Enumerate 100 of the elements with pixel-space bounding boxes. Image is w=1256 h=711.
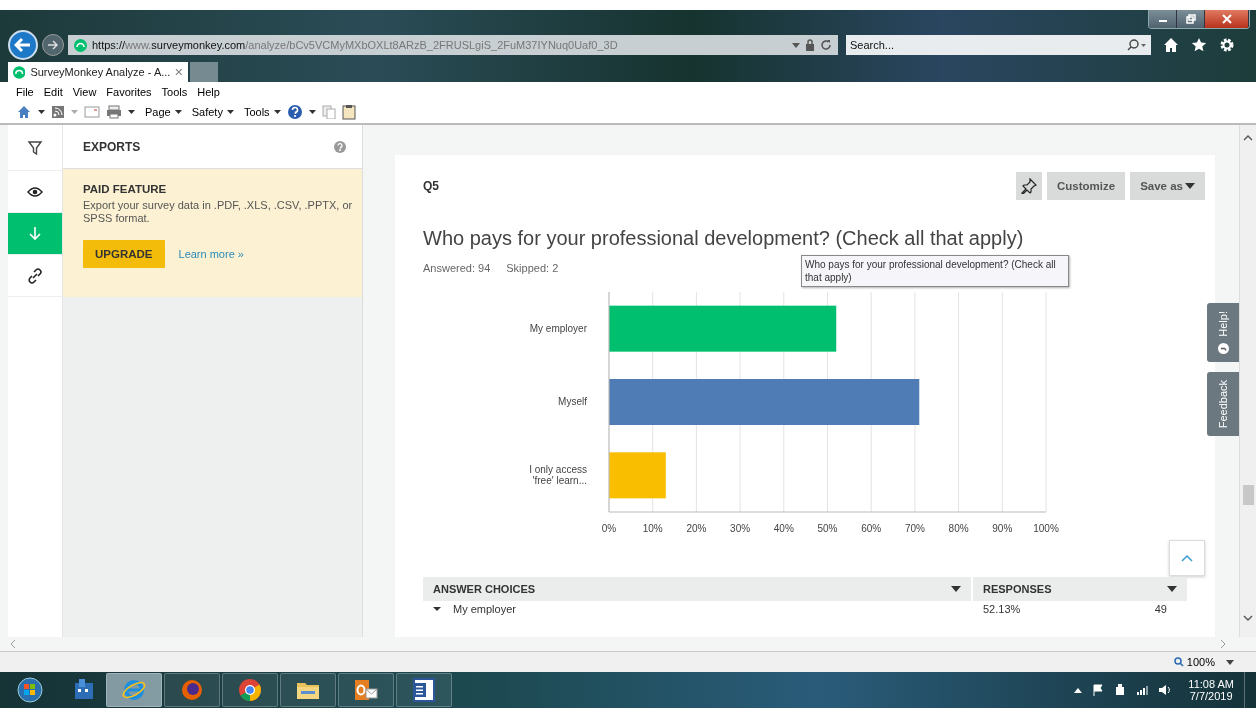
- help-tab[interactable]: Help!: [1207, 303, 1239, 362]
- clock-date[interactable]: 7/7/2019: [1189, 690, 1233, 702]
- pin-icon: [1021, 178, 1037, 194]
- menu-item[interactable]: File: [16, 85, 34, 98]
- close-icon[interactable]: [175, 68, 183, 76]
- sort-caret-icon[interactable]: [1167, 586, 1177, 592]
- signal-icon[interactable]: [1136, 685, 1149, 695]
- caret-icon[interactable]: [226, 109, 234, 114]
- close-icon: [1221, 14, 1232, 24]
- axis-tick-label: 0%: [601, 523, 617, 534]
- vertical-scrollbar[interactable]: [1239, 125, 1256, 637]
- settings-icon[interactable]: [1219, 37, 1235, 53]
- table-cell: 52.13%: [983, 603, 1021, 615]
- caret-icon[interactable]: [273, 109, 281, 114]
- menu-item[interactable]: View: [72, 85, 97, 98]
- restore-icon: [1185, 14, 1196, 24]
- skipped-count: Skipped: 2: [506, 262, 559, 274]
- volume-icon[interactable]: [1158, 684, 1173, 696]
- horizontal-scrollbar[interactable]: [0, 637, 1256, 652]
- browser-tab[interactable]: SurveyMonkey Analyze - A...: [8, 62, 188, 82]
- axis-tick-label: 70%: [904, 523, 925, 534]
- feed-icon[interactable]: [51, 104, 65, 119]
- taskbar-button[interactable]: [396, 673, 452, 707]
- chrome-icon: [237, 677, 263, 703]
- download-arrow-icon: [27, 225, 43, 242]
- customize-button[interactable]: Customize: [1047, 172, 1126, 200]
- site-icon: [74, 38, 87, 52]
- column-header[interactable]: ANSWER CHOICES: [423, 577, 971, 601]
- column-header-label: RESPONSES: [983, 583, 1052, 595]
- learn-more-link[interactable]: Learn more »: [178, 248, 244, 260]
- axis-tick-label: 100%: [1033, 523, 1059, 534]
- taskbar-button[interactable]: [222, 673, 278, 707]
- axis-tick-label: 10%: [642, 523, 663, 534]
- back-arrow-icon: [14, 36, 32, 54]
- close-button[interactable]: [1205, 10, 1249, 28]
- sort-caret-icon[interactable]: [951, 586, 961, 592]
- axis-tick-label: 30%: [730, 523, 751, 534]
- mail-app-icon: [353, 677, 379, 703]
- caret-icon[interactable]: [128, 109, 135, 114]
- star-icon[interactable]: [1191, 37, 1207, 53]
- refresh-icon[interactable]: [820, 39, 832, 51]
- caret-icon[interactable]: [174, 109, 182, 114]
- url-text: https://www.surveymonkey.com/analyze/bCv5VCMyMXbOXLt8ARzB_2FRUSLgiS_2FuM37IYNuq0Uaf0_3D: [92, 39, 619, 51]
- search-field[interactable]: Search...: [846, 35, 1151, 55]
- taskbar-button[interactable]: [338, 673, 394, 707]
- caret-icon[interactable]: [1226, 659, 1234, 665]
- caret-icon[interactable]: [308, 109, 316, 114]
- feedback-tab[interactable]: Feedback: [1207, 371, 1239, 436]
- tray-arrow-icon[interactable]: [1074, 687, 1083, 693]
- caret-icon[interactable]: [38, 109, 45, 114]
- category-label: I only access 'free' learn...: [528, 464, 587, 487]
- save-as-button[interactable]: Save as: [1130, 172, 1205, 200]
- flag-icon[interactable]: [1092, 684, 1105, 696]
- table-cell: My employer: [453, 603, 516, 615]
- help-icon[interactable]: [286, 103, 303, 120]
- tooltip: Who pays for your professional development? (Check all that apply): [801, 255, 1069, 287]
- answered-count: Answered: 94: [423, 262, 491, 274]
- search-icon[interactable]: [1127, 39, 1147, 51]
- column-header[interactable]: RESPONSES: [973, 577, 1187, 601]
- help-icon: [1217, 342, 1229, 354]
- tab-label: Help!: [1217, 311, 1229, 337]
- word-icon: [411, 677, 437, 703]
- help-icon[interactable]: [334, 140, 346, 153]
- menu-item[interactable]: Edit: [43, 85, 63, 98]
- menu-item[interactable]: Help: [197, 85, 220, 98]
- browser-e-icon: [121, 677, 147, 703]
- home-icon[interactable]: [1163, 37, 1179, 53]
- axis-tick-label: 90%: [992, 523, 1013, 534]
- pin-button[interactable]: [1016, 172, 1042, 200]
- toolbar-menu[interactable]: Page: [145, 105, 182, 118]
- address-bar[interactable]: https://www.surveymonkey.com/analyze/bCv5VCMyMXbOXLt8ARzB_2FRUSLgiS_2FuM37IYNuq0Uaf0_3D: [68, 35, 838, 55]
- scrollbar-thumb[interactable]: [1243, 485, 1254, 505]
- tab-title: SurveyMonkey Analyze - A...: [30, 66, 171, 78]
- link-icon: [27, 267, 43, 284]
- dropdown-icon[interactable]: [792, 42, 800, 48]
- printer-icon[interactable]: [106, 104, 122, 119]
- axis-tick-label: 60%: [861, 523, 882, 534]
- axis-tick-label: 20%: [686, 523, 707, 534]
- chevron-up-icon: [1181, 554, 1193, 562]
- minimize-button[interactable]: [1149, 10, 1177, 28]
- power-icon[interactable]: [1114, 684, 1127, 696]
- category-label: My employer: [528, 323, 587, 335]
- toolbar-menu[interactable]: Safety: [191, 105, 234, 118]
- upgrade-button[interactable]: UPGRADE: [83, 240, 165, 268]
- restore-button[interactable]: [1177, 10, 1205, 28]
- caret-icon[interactable]: [1185, 183, 1195, 189]
- menu-item[interactable]: Favorites: [106, 85, 152, 98]
- forward-button[interactable]: [42, 34, 64, 56]
- expand-caret-icon[interactable]: [433, 607, 441, 611]
- toolbar-menu[interactable]: Tools: [243, 105, 281, 118]
- back-button[interactable]: [8, 30, 38, 60]
- clipboard-icon[interactable]: [341, 103, 356, 120]
- taskbar-button[interactable]: [280, 673, 336, 707]
- clock-time[interactable]: 11:08 AM: [1188, 678, 1234, 690]
- column-header-label: ANSWER CHOICES: [433, 583, 536, 595]
- notice-text: Export your survey data in .PDF, .XLS, .CSV, .PPTX, or SPSS format.: [83, 199, 353, 225]
- zoom-level[interactable]: 100%: [1173, 656, 1234, 668]
- notice-title: PAID FEATURE: [83, 183, 168, 195]
- menu-item[interactable]: Tools: [161, 85, 188, 98]
- category-label: Myself: [557, 396, 587, 408]
